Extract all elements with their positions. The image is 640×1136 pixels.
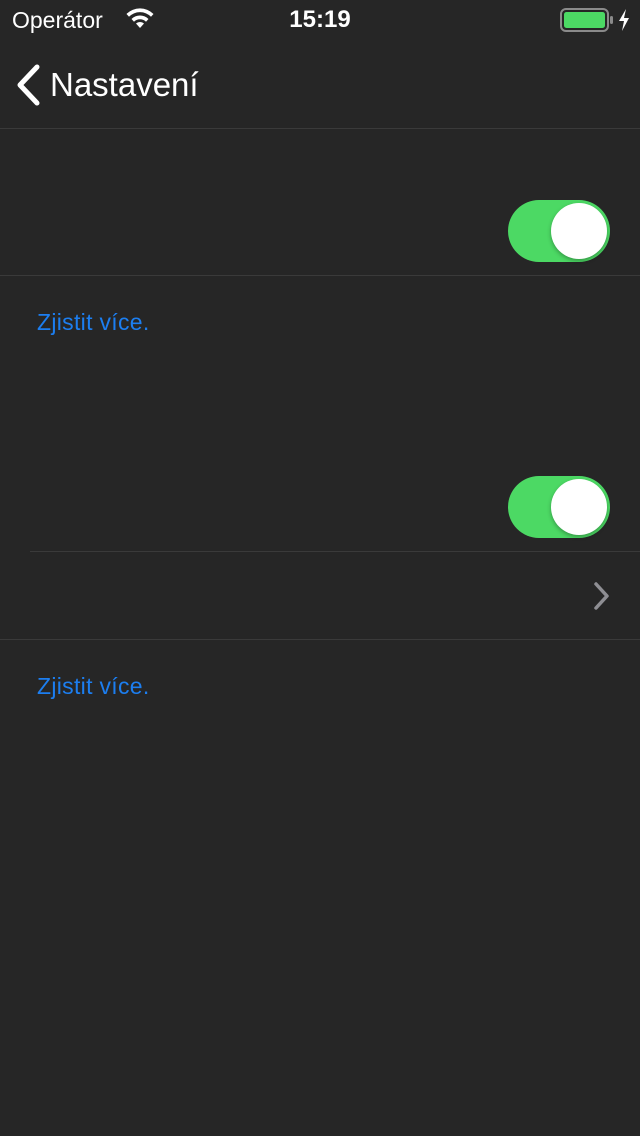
toggle-knob — [551, 479, 607, 535]
navigation-bar: Nastavení — [0, 40, 640, 129]
settings-cell-toggle-2 — [0, 447, 640, 551]
separator — [0, 639, 640, 640]
battery-icon — [560, 8, 613, 32]
back-chevron-icon — [17, 64, 40, 106]
learn-more-link-2[interactable]: Zjistit více. — [37, 673, 150, 700]
status-bar: Operátor 15:19 — [0, 0, 640, 40]
toggle-switch-1[interactable] — [508, 200, 610, 262]
toggle-switch-2[interactable] — [508, 476, 610, 538]
chevron-right-icon — [594, 582, 609, 610]
back-label: Nastavení — [50, 66, 199, 103]
learn-more-link-1[interactable]: Zjistit více. — [37, 309, 150, 336]
settings-screen: Operátor 15:19 Nastavení Zjistit více. Z… — [0, 0, 640, 1136]
toggle-knob — [551, 203, 607, 259]
settings-cell-disclosure[interactable] — [0, 552, 640, 639]
settings-cell-toggle-1 — [0, 130, 640, 275]
clock: 15:19 — [289, 6, 351, 33]
separator — [0, 275, 640, 276]
charging-bolt-icon — [619, 9, 629, 31]
back-button[interactable]: Nastavení — [14, 60, 199, 110]
